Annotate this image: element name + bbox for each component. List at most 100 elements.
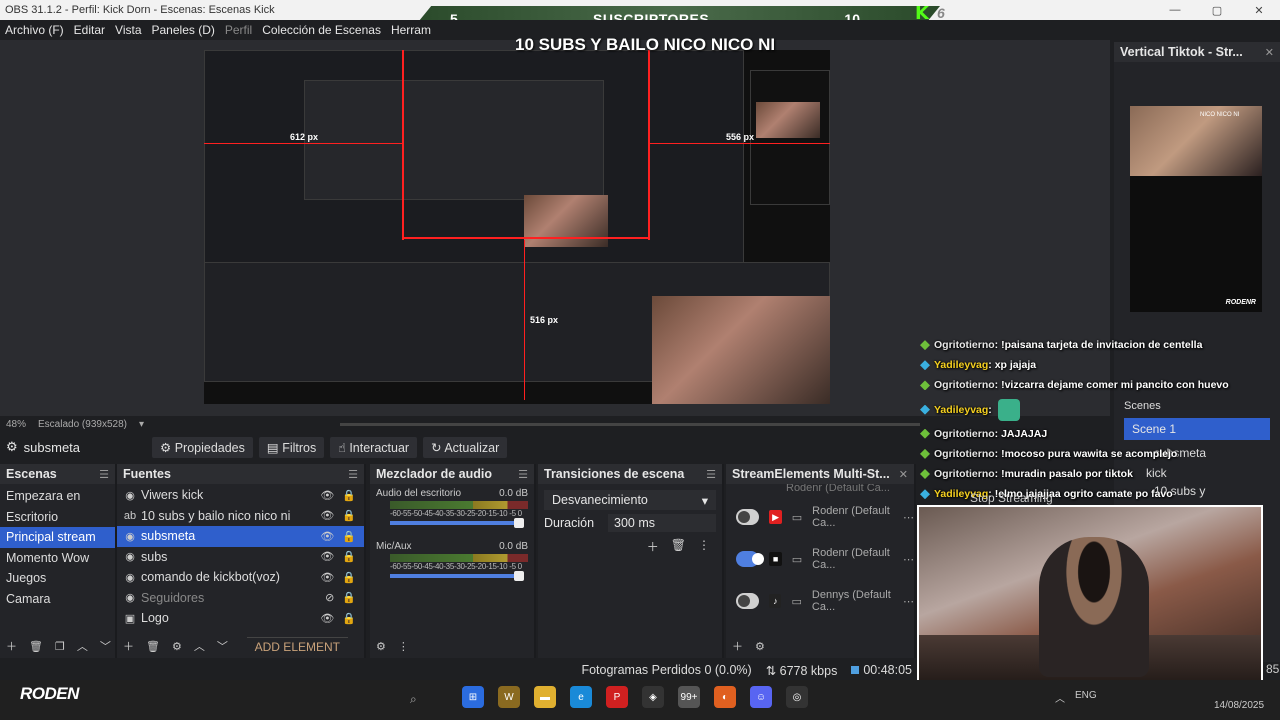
maximize-icon[interactable]: ▢: [1196, 0, 1238, 20]
eye-icon[interactable]: 👁: [320, 530, 334, 543]
badge-app-icon[interactable]: 99+: [678, 686, 700, 708]
sources-dock: Fuentes ☰ ◉ Viwers kick 👁 🔒 ab 10 subs y bail…: [117, 464, 366, 658]
source-item[interactable]: ▣ Logo 👁 🔒: [117, 608, 364, 629]
source-item-hidden[interactable]: ◉ Seguidores ⊘ 🔒: [117, 588, 364, 609]
vertical-preview[interactable]: NICO NICO NI RODENR: [1130, 106, 1262, 312]
folder-icon[interactable]: ▬: [534, 686, 556, 708]
chevron-down-icon[interactable]: ▾: [139, 419, 144, 430]
close-icon[interactable]: ✕: [899, 468, 908, 481]
target-toggle[interactable]: [736, 593, 760, 609]
target-toggle[interactable]: [736, 509, 760, 525]
source-item-selected[interactable]: ◉ subsmeta 👁 🔒: [117, 526, 364, 547]
interact-button[interactable]: ☝ Interactuar: [330, 436, 418, 458]
windows-start-icon[interactable]: ⊞: [462, 686, 484, 708]
menu-vista[interactable]: Vista: [110, 23, 146, 37]
gear-icon[interactable]: ⚙: [755, 640, 765, 653]
dock-menu-icon[interactable]: ☰: [706, 468, 716, 481]
scene-item[interactable]: Momento Wow: [0, 548, 115, 569]
preview-scrollbar[interactable]: [340, 423, 920, 426]
scene-item-selected[interactable]: Principal stream: [0, 527, 115, 548]
dock-menu-icon[interactable]: ☰: [99, 468, 109, 481]
gear-icon[interactable]: ⚙: [376, 640, 386, 653]
more-icon[interactable]: ⋯: [903, 553, 914, 566]
stop-streaming-button[interactable]: Stop Streaming: [970, 491, 1053, 505]
dock-menu-icon[interactable]: ☰: [518, 468, 528, 481]
add-icon[interactable]: ＋: [123, 638, 134, 654]
eye-icon[interactable]: 👁: [320, 550, 334, 563]
edge-icon[interactable]: e: [570, 686, 592, 708]
gear-icon[interactable]: ⚙: [172, 640, 182, 653]
close-icon[interactable]: ✕: [1265, 46, 1274, 59]
lock-icon[interactable]: 🔒: [342, 489, 356, 502]
properties-button[interactable]: ⚙ Propiedades: [152, 436, 253, 458]
menu-editar[interactable]: Editar: [69, 23, 110, 37]
level-meter: [390, 554, 528, 562]
eye-icon[interactable]: 👁: [320, 571, 334, 584]
menu-paneles[interactable]: Paneles (D): [147, 23, 220, 37]
pdf-icon[interactable]: P: [606, 686, 628, 708]
duration-input[interactable]: 300 ms: [608, 514, 716, 532]
refresh-button[interactable]: ↻ Actualizar: [423, 436, 508, 458]
firefox-icon[interactable]: ◐: [714, 686, 736, 708]
language-indicator[interactable]: ENG: [1075, 690, 1097, 705]
lock-icon[interactable]: 🔒: [342, 571, 356, 584]
duration-row: Duración 300 ms: [538, 514, 722, 532]
add-icon[interactable]: ＋: [647, 538, 659, 555]
preview-canvas[interactable]: 612 px 556 px 516 px: [204, 50, 830, 404]
dock-menu-icon[interactable]: ☰: [348, 468, 358, 481]
menu-coleccion[interactable]: Colección de Escenas: [257, 23, 386, 37]
obs-icon[interactable]: ◎: [786, 686, 808, 708]
filters-button[interactable]: ▤ Filtros: [258, 436, 325, 458]
zoom-level[interactable]: 48%: [6, 419, 26, 430]
chat-user: Yadileyvag: [934, 359, 989, 372]
lock-icon[interactable]: 🔒: [342, 612, 356, 625]
add-icon[interactable]: ＋: [6, 638, 17, 654]
scene-item[interactable]: Empezara en: [0, 486, 115, 507]
trash-icon[interactable]: 🗑: [671, 538, 686, 555]
minimize-icon[interactable]: —: [1154, 0, 1196, 20]
winamp-icon[interactable]: W: [498, 686, 520, 708]
taskbar-date[interactable]: 14/08/2025: [1214, 700, 1264, 711]
source-item[interactable]: ◉ comando de kickbot(voz) 👁 🔒: [117, 567, 364, 588]
add-element-button[interactable]: ADD ELEMENT: [246, 636, 348, 656]
search-icon[interactable]: ⌕: [410, 692, 417, 707]
copy-icon[interactable]: ❐: [55, 640, 65, 653]
source-item[interactable]: ab 10 subs y bailo nico nico ni 👁 🔒: [117, 506, 364, 527]
more-icon[interactable]: ⋯: [903, 511, 914, 524]
lock-icon[interactable]: 🔒: [342, 530, 356, 543]
eye-off-icon[interactable]: ⊘: [325, 591, 334, 604]
scene-item[interactable]: Juegos: [0, 568, 115, 589]
more-icon[interactable]: ⋮: [398, 640, 409, 653]
eye-icon[interactable]: 👁: [320, 612, 334, 625]
trash-icon[interactable]: 🗑: [29, 640, 43, 653]
transition-select[interactable]: Desvanecimiento ▾: [544, 490, 716, 510]
menu-perfil[interactable]: Perfil: [220, 23, 257, 37]
up-icon[interactable]: ︿: [77, 638, 88, 654]
scene-item[interactable]: Camara: [0, 589, 115, 610]
eye-icon[interactable]: 👁: [320, 509, 334, 522]
scene-item[interactable]: Escritorio: [0, 507, 115, 528]
lock-icon[interactable]: 🔒: [342, 591, 356, 604]
more-icon[interactable]: ⋮: [698, 538, 710, 555]
add-icon[interactable]: ＋: [732, 638, 743, 654]
lock-icon[interactable]: 🔒: [342, 509, 356, 522]
volume-slider[interactable]: [390, 518, 524, 528]
source-item[interactable]: ◉ subs 👁 🔒: [117, 547, 364, 568]
up-icon[interactable]: ︿: [194, 638, 205, 654]
eye-icon[interactable]: 👁: [320, 489, 334, 502]
capture-icon[interactable]: ◈: [642, 686, 664, 708]
target-toggle[interactable]: [736, 551, 765, 567]
menu-herramientas[interactable]: Herram: [386, 23, 436, 37]
down-icon[interactable]: ﹀: [100, 638, 111, 654]
discord-icon[interactable]: ☺: [750, 686, 772, 708]
volume-slider[interactable]: [390, 571, 524, 581]
down-icon[interactable]: ﹀: [217, 638, 228, 654]
close-icon[interactable]: ✕: [1238, 0, 1280, 20]
more-icon[interactable]: ⋯: [903, 595, 914, 608]
chevron-up-icon[interactable]: ︿: [1055, 690, 1065, 705]
trash-icon[interactable]: 🗑: [146, 640, 160, 653]
source-item[interactable]: ◉ Viwers kick 👁 🔒: [117, 485, 364, 506]
badge-icon: [920, 380, 930, 391]
menu-archivo[interactable]: Archivo (F): [0, 23, 69, 37]
lock-icon[interactable]: 🔒: [342, 550, 356, 563]
